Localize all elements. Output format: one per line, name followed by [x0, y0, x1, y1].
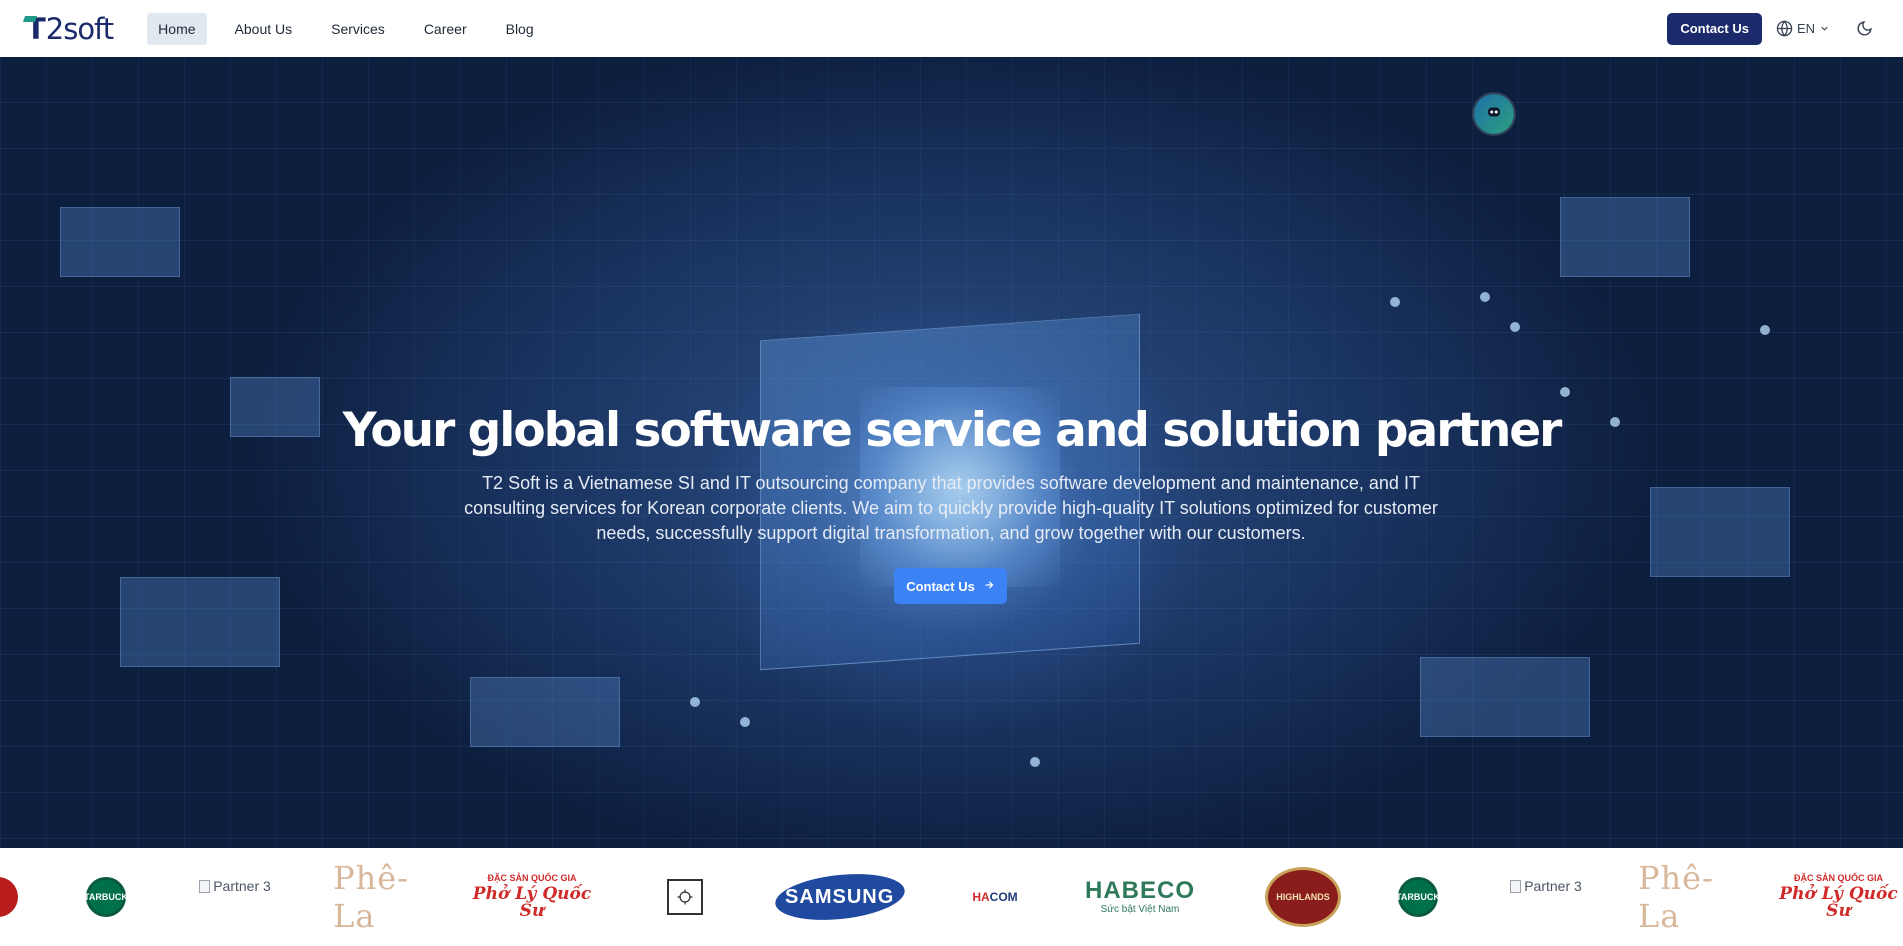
language-selector[interactable]: EN [1776, 20, 1830, 37]
highlands-logo: HIGHLANDS [1265, 867, 1341, 927]
broken-image-icon [199, 879, 211, 893]
partner-logo-broken: Partner 3 [195, 848, 275, 946]
partner-broken-image: Partner 3 [1510, 878, 1582, 894]
pholy-logo: ĐẶC SẢN QUỐC GIA Phở Lý Quốc Sư [1779, 873, 1898, 921]
hacom-logo: HACOM [972, 890, 1018, 904]
background-dot [1760, 325, 1770, 335]
partner-logo-starbucks-2: STARBUCKS [1390, 848, 1446, 946]
logo-wordmark: 2soft [45, 11, 114, 46]
phela-logo: Phê-La [1638, 859, 1714, 935]
assistant-bot-icon [1485, 103, 1503, 126]
language-label: EN [1796, 21, 1815, 36]
partner-logo-samsung: SAMSUNG [773, 848, 907, 946]
pholy-logo: ĐẶC SẢN QUỐC GIA Phở Lý Quốc Sư [472, 873, 592, 921]
background-dot [1030, 757, 1040, 767]
moon-icon [1856, 20, 1873, 37]
hero-section: Your global software service and solutio… [0, 57, 1903, 848]
partners-strip: STARBUCKS Partner 3 Phê-La ĐẶC SẢN QUỐC … [0, 848, 1903, 946]
hero-contact-label: Contact Us [906, 578, 975, 594]
nav-link-about-us[interactable]: About Us [224, 13, 304, 45]
hero-contact-button[interactable]: Contact Us [894, 568, 1007, 604]
nav-contact-button[interactable]: Contact Us [1667, 12, 1762, 45]
nav-link-career[interactable]: Career [413, 13, 478, 45]
nav-actions: Contact Us EN [1667, 12, 1877, 45]
habeco-logo: HABECO Sức bật Việt Nam [1084, 877, 1195, 915]
arrow-right-icon [983, 579, 995, 594]
partner-logo-phela: Phê-La [333, 848, 409, 946]
partner-logo-phela-2: Phê-La [1638, 848, 1728, 946]
partner-logo-pholy: ĐẶC SẢN QUỐC GIA Phở Lý Quốc Sư [470, 848, 594, 946]
background-block [1560, 197, 1690, 277]
background-block [120, 577, 280, 667]
nav-link-services[interactable]: Services [320, 13, 396, 45]
chevron-down-icon [1819, 23, 1830, 34]
partner-logo-pholy-2: ĐẶC SẢN QUỐC GIA Phở Lý Quốc Sư [1774, 848, 1903, 946]
theme-toggle-button[interactable] [1856, 20, 1873, 37]
background-dot [1390, 297, 1400, 307]
hero-description: T2 Soft is a Vietnamese SI and IT outsou… [464, 473, 1438, 543]
partner-logo-pholy-cut [0, 848, 18, 946]
globe-icon [1776, 20, 1793, 37]
nav-link-home[interactable]: Home [147, 12, 207, 45]
background-block [1650, 487, 1790, 577]
partner-badge-red [0, 877, 18, 917]
logo-letter: T [26, 11, 46, 46]
broken-image-icon [1510, 879, 1522, 893]
starbucks-logo: STARBUCKS [1390, 877, 1446, 917]
background-block [1420, 657, 1590, 737]
assistant-bot-button[interactable] [1474, 94, 1514, 134]
partner-logo-starbucks: STARBUCKS [78, 848, 134, 946]
partner-logo-frame [666, 848, 704, 946]
background-dot [1510, 322, 1520, 332]
starbucks-logo: STARBUCKS [78, 877, 134, 917]
partner-logo-broken-2: Partner 3 [1500, 848, 1592, 946]
phela-logo: Phê-La [333, 859, 409, 935]
partner-broken-image: Partner 3 [199, 878, 271, 894]
background-block [60, 207, 180, 277]
samsung-logo: SAMSUNG [773, 868, 907, 926]
t2soft-logo[interactable]: T 2soft [26, 11, 114, 46]
background-dot [740, 717, 750, 727]
top-navbar: T 2soft Home About Us Services Career Bl… [0, 0, 1903, 57]
background-dot [690, 697, 700, 707]
partner-logo-habeco: HABECO Sức bật Việt Nam [1082, 848, 1198, 946]
nav-link-blog[interactable]: Blog [495, 13, 545, 45]
hero-title: Your global software service and solutio… [342, 403, 1563, 458]
background-dot [1560, 387, 1570, 397]
main-nav: Home About Us Services Career Blog [147, 12, 561, 45]
background-dot [1480, 292, 1490, 302]
partner-logo-hacom: HACOM [970, 848, 1020, 946]
frame-logo-icon [667, 879, 703, 915]
partner-logo-highlands: HIGHLANDS [1264, 848, 1342, 946]
background-block [470, 677, 620, 747]
